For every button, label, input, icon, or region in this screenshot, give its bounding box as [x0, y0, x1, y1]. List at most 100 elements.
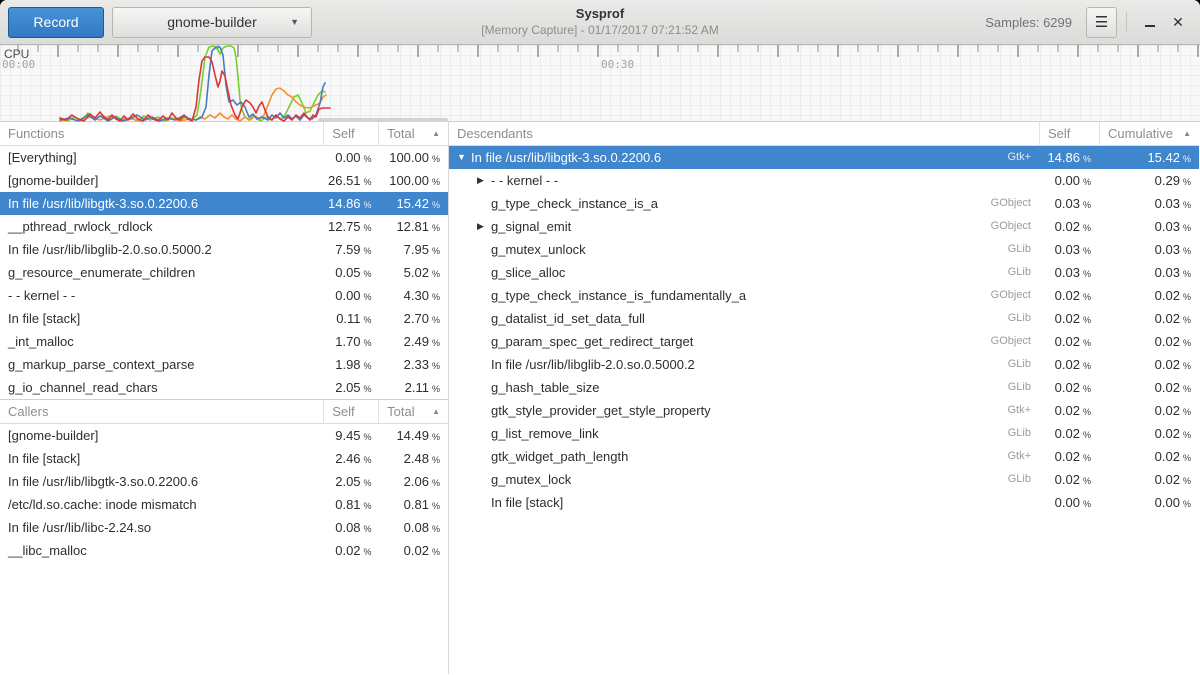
table-row[interactable]: In file /usr/lib/libc-2.24.so0.08%0.08%: [0, 516, 448, 539]
column-header-functions[interactable]: Functions: [0, 122, 323, 146]
value: 0.02: [1155, 426, 1180, 441]
library-tag: GLib: [1008, 468, 1039, 491]
tree-row[interactable]: g_param_spec_get_redirect_targetGObject0…: [449, 330, 1199, 353]
value: 0.02: [1155, 449, 1180, 464]
sort-ascending-icon: ▲: [1183, 122, 1191, 145]
tree-row[interactable]: gtk_widget_path_lengthGtk+0.02%0.02%: [449, 445, 1199, 468]
table-row[interactable]: In file /usr/lib/libglib-2.0.so.0.5000.2…: [0, 238, 448, 261]
tree-row[interactable]: g_slice_allocGLib0.03%0.03%: [449, 261, 1199, 284]
descendant-name: g_param_spec_get_redirect_targetGObject: [449, 330, 1039, 353]
graph-scrollbar-thumb[interactable]: [318, 118, 448, 122]
table-row[interactable]: __libc_malloc0.02%0.02%: [0, 539, 448, 562]
table-row[interactable]: [Everything]0.00%100.00%: [0, 146, 448, 169]
percent-sign: %: [432, 455, 440, 465]
column-header-cumulative[interactable]: Cumulative▲: [1099, 122, 1199, 146]
percent-sign: %: [364, 384, 372, 394]
tree-row[interactable]: g_datalist_id_set_data_fullGLib0.02%0.02…: [449, 307, 1199, 330]
tree-row[interactable]: In file /usr/lib/libglib-2.0.so.0.5000.2…: [449, 353, 1199, 376]
descendant-label: gtk_widget_path_length: [491, 445, 628, 468]
percent-sign: %: [1083, 453, 1091, 463]
value: 0.02: [335, 543, 360, 558]
percent-sign: %: [364, 269, 372, 279]
column-header-total[interactable]: Total▲: [378, 122, 448, 146]
percent-sign: %: [432, 432, 440, 442]
tree-row[interactable]: g_mutex_unlockGLib0.03%0.03%: [449, 238, 1199, 261]
expander-expanded-icon[interactable]: ▼: [457, 146, 471, 169]
value: 0.02: [1155, 357, 1180, 372]
tree-row[interactable]: g_hash_table_sizeGLib0.02%0.02%: [449, 376, 1199, 399]
value: 0.29: [1155, 173, 1180, 188]
value: 0.81: [335, 497, 360, 512]
value: 0.02: [1155, 311, 1180, 326]
close-button[interactable]: ✕: [1164, 8, 1192, 36]
expander-collapsed-icon[interactable]: ▶: [477, 169, 491, 192]
table-row[interactable]: g_resource_enumerate_children0.05%5.02%: [0, 261, 448, 284]
tree-row[interactable]: g_type_check_instance_is_fundamentally_a…: [449, 284, 1199, 307]
percent-value: 0.02%: [1039, 307, 1099, 330]
table-row[interactable]: g_io_channel_read_chars2.05%2.11%: [0, 376, 448, 399]
percent-value: 0.02%: [1039, 284, 1099, 307]
samples-count: Samples: 6299: [985, 15, 1072, 30]
percent-value: 0.00%: [1039, 491, 1099, 514]
table-row[interactable]: __pthread_rwlock_rdlock12.75%12.81%: [0, 215, 448, 238]
percent-value: 5.02%: [379, 261, 448, 284]
table-row[interactable]: /etc/ld.so.cache: inode mismatch0.81%0.8…: [0, 493, 448, 516]
tree-row[interactable]: In file [stack]0.00%0.00%: [449, 491, 1199, 514]
percent-sign: %: [1083, 223, 1091, 233]
table-row[interactable]: In file /usr/lib/libgtk-3.so.0.2200.62.0…: [0, 470, 448, 493]
descendant-name: g_slice_allocGLib: [449, 261, 1039, 284]
value: 0.08: [404, 520, 429, 535]
column-header-descendants[interactable]: Descendants: [449, 122, 1039, 146]
percent-value: 2.48%: [379, 447, 448, 470]
library-tag: GLib: [1008, 376, 1039, 399]
table-row[interactable]: g_markup_parse_context_parse1.98%2.33%: [0, 353, 448, 376]
value: 0.03: [1055, 265, 1080, 280]
percent-sign: %: [432, 547, 440, 557]
table-row[interactable]: In file /usr/lib/libgtk-3.so.0.2200.614.…: [0, 192, 448, 215]
column-header-self[interactable]: Self: [1039, 122, 1099, 146]
table-row[interactable]: _int_malloc1.70%2.49%: [0, 330, 448, 353]
tree-row[interactable]: ▼In file /usr/lib/libgtk-3.so.0.2200.6Gt…: [449, 146, 1199, 169]
tree-row[interactable]: ▶g_signal_emitGObject0.02%0.03%: [449, 215, 1199, 238]
chevron-down-icon: ▼: [290, 17, 299, 27]
tree-row[interactable]: g_mutex_lockGLib0.02%0.02%: [449, 468, 1199, 491]
cpu-graph-canvas[interactable]: [0, 45, 1200, 122]
percent-value: 0.05%: [324, 261, 379, 284]
tree-row[interactable]: ▶- - kernel - -0.00%0.29%: [449, 169, 1199, 192]
percent-value: 0.02%: [1039, 215, 1099, 238]
process-selector-dropdown[interactable]: gnome-builder ▼: [112, 7, 312, 38]
percent-value: 14.86%: [324, 192, 379, 215]
tree-row[interactable]: gtk_style_provider_get_style_propertyGtk…: [449, 399, 1199, 422]
callers-panel: Callers Self Total▲ [gnome-builder]9.45%…: [0, 399, 448, 562]
percent-value: 0.03%: [1099, 238, 1199, 261]
percent-value: 0.00%: [324, 146, 379, 169]
record-button[interactable]: Record: [8, 7, 104, 38]
column-header-self[interactable]: Self: [323, 122, 378, 146]
percent-sign: %: [364, 524, 372, 534]
column-header-self[interactable]: Self: [323, 400, 378, 424]
table-row[interactable]: In file [stack]2.46%2.48%: [0, 447, 448, 470]
cpu-graph[interactable]: CPU 00:00 00:30: [0, 45, 1200, 122]
descendant-name: gtk_widget_path_lengthGtk+: [449, 445, 1039, 468]
table-row[interactable]: [gnome-builder]26.51%100.00%: [0, 169, 448, 192]
column-header-callers[interactable]: Callers: [0, 400, 323, 424]
tree-row[interactable]: g_type_check_instance_is_aGObject0.03%0.…: [449, 192, 1199, 215]
menu-button[interactable]: ☰: [1086, 7, 1117, 38]
value: 0.02: [1155, 472, 1180, 487]
right-pane: Descendants Self Cumulative▲ ▼In file /u…: [449, 122, 1199, 674]
table-row[interactable]: In file [stack]0.11%2.70%: [0, 307, 448, 330]
value: 2.06: [404, 474, 429, 489]
tree-row[interactable]: g_list_remove_linkGLib0.02%0.02%: [449, 422, 1199, 445]
minimize-button[interactable]: [1136, 8, 1164, 36]
cpu-green-line: [60, 46, 325, 121]
value: 7.59: [335, 242, 360, 257]
table-row[interactable]: [gnome-builder]9.45%14.49%: [0, 424, 448, 447]
table-row[interactable]: - - kernel - -0.00%4.30%: [0, 284, 448, 307]
expander-collapsed-icon[interactable]: ▶: [477, 215, 491, 238]
percent-value: 14.49%: [379, 424, 448, 447]
value: 0.02: [1055, 449, 1080, 464]
percent-value: 2.33%: [379, 353, 448, 376]
value: 0.02: [404, 543, 429, 558]
descendants-header: Descendants Self Cumulative▲: [449, 122, 1199, 146]
column-header-total[interactable]: Total▲: [378, 400, 448, 424]
